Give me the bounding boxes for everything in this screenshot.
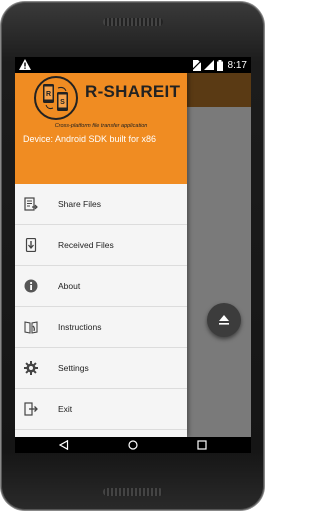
menu-item-settings[interactable]: Settings xyxy=(15,348,187,389)
exit-icon xyxy=(24,402,38,416)
app-name: R-SHAREIT xyxy=(85,82,181,101)
menu-item-share-files[interactable]: Share Files xyxy=(15,184,187,225)
status-time: 8:17 xyxy=(227,59,247,71)
menu-item-about[interactable]: About xyxy=(15,266,187,307)
warning-icon xyxy=(19,59,31,70)
battery-icon xyxy=(216,59,223,71)
gear-icon xyxy=(24,361,38,375)
menu-label-share-files: Share Files xyxy=(58,199,101,209)
bottom-speaker xyxy=(103,488,163,496)
signal-icon xyxy=(203,60,214,70)
menu-label-received-files: Received Files xyxy=(58,240,114,250)
menu-item-instructions[interactable]: Instructions xyxy=(15,307,187,348)
menu-label-exit: Exit xyxy=(58,404,73,414)
drawer-menu: Share Files Received Files About Instruc… xyxy=(15,184,187,430)
svg-text:R: R xyxy=(46,91,51,98)
menu-item-received-files[interactable]: Received Files xyxy=(15,225,187,266)
upload-fab[interactable] xyxy=(207,303,241,337)
menu-label-instructions: Instructions xyxy=(58,322,102,332)
status-bar: 8:17 xyxy=(15,57,251,73)
back-icon[interactable] xyxy=(59,440,69,450)
no-sim-icon xyxy=(191,59,201,71)
status-right: 8:17 xyxy=(191,58,247,72)
phone-frame: 8:17 R S R-SHAREIT Cross-platform file t… xyxy=(0,0,266,512)
logo-phones-icon: R S xyxy=(43,84,68,111)
navigation-bar xyxy=(15,437,251,453)
svg-text:S: S xyxy=(60,99,65,106)
app-tagline: Cross-platform file transfer application xyxy=(54,123,148,129)
app-logo: R S xyxy=(34,76,78,120)
menu-item-exit[interactable]: Exit xyxy=(15,389,187,430)
menu-label-about: About xyxy=(58,281,81,291)
share-files-icon xyxy=(24,197,38,211)
device-label: Device: Android SDK built for x86 xyxy=(23,134,157,144)
navigation-drawer: R S R-SHAREIT Cross-platform file transf… xyxy=(15,73,187,437)
instructions-icon xyxy=(24,321,38,334)
menu-label-settings: Settings xyxy=(58,363,89,373)
upload-icon xyxy=(219,315,229,325)
top-speaker xyxy=(103,18,163,26)
screen: 8:17 R S R-SHAREIT Cross-platform file t… xyxy=(15,57,251,453)
drawer-header: R S R-SHAREIT Cross-platform file transf… xyxy=(15,73,187,184)
home-icon[interactable] xyxy=(128,440,138,450)
download-icon xyxy=(25,238,37,252)
recents-icon[interactable] xyxy=(197,440,207,450)
info-icon xyxy=(24,279,38,293)
